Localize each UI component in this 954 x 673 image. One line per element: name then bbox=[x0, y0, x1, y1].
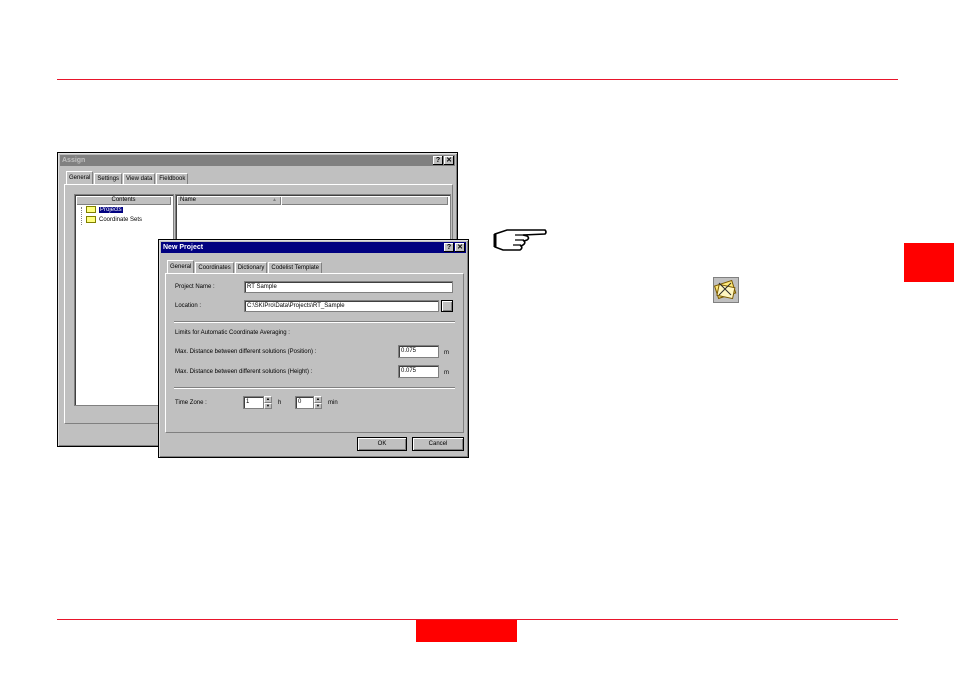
timezone-label: Time Zone : bbox=[175, 400, 207, 406]
tree-item-projects[interactable]: Projects bbox=[86, 206, 123, 214]
new-project-help-button[interactable]: ? bbox=[444, 243, 454, 252]
contents-header[interactable]: Contents bbox=[76, 196, 171, 205]
separator bbox=[174, 387, 455, 389]
project-toolbar-icon[interactable] bbox=[713, 277, 739, 303]
separator bbox=[174, 321, 455, 323]
tree-item-coordinate-sets[interactable]: Coordinate Sets bbox=[86, 216, 142, 223]
spin-down-icon[interactable]: ▼ bbox=[264, 402, 272, 409]
tree-item-coordinate-sets-label: Coordinate Sets bbox=[99, 217, 143, 224]
height-unit: m bbox=[444, 370, 449, 376]
limits-label: Limits for Automatic Coordinate Averagin… bbox=[175, 330, 290, 336]
np-tab-general[interactable]: General bbox=[167, 260, 195, 273]
top-rule bbox=[57, 79, 898, 80]
assign-tab-settings[interactable]: Settings bbox=[94, 173, 123, 184]
location-input[interactable]: C:\SKIPro\Data\Projects\RT_Sample bbox=[244, 300, 439, 312]
new-project-titlebar: New Project ? ✕ bbox=[161, 242, 466, 253]
cancel-button[interactable]: Cancel bbox=[412, 437, 464, 451]
np-tab-panel: Project Name : RT Sample Location : C:\S… bbox=[165, 273, 464, 433]
timezone-minutes-input[interactable]: 0 bbox=[295, 396, 314, 409]
ok-button[interactable]: OK bbox=[357, 437, 407, 451]
assign-titlebar: Assign ? ✕ bbox=[60, 155, 455, 166]
new-project-tabs: General Coordinates Dictionary Codelist … bbox=[167, 260, 323, 273]
browse-button[interactable] bbox=[441, 300, 453, 312]
project-name-input[interactable]: RT Sample bbox=[244, 281, 453, 293]
side-tab-marker bbox=[904, 243, 954, 282]
hand-pointing-icon bbox=[493, 229, 547, 251]
new-project-title: New Project bbox=[163, 244, 204, 251]
assign-tab-general[interactable]: General bbox=[66, 171, 94, 184]
new-project-close-button[interactable]: ✕ bbox=[455, 243, 465, 252]
project-name-label: Project Name : bbox=[175, 284, 215, 290]
position-distance-input[interactable]: 0.075 bbox=[398, 345, 439, 358]
assign-close-button[interactable]: ✕ bbox=[444, 156, 454, 165]
assign-tab-fieldbook[interactable]: Fieldbook bbox=[156, 173, 189, 184]
tree-item-projects-label: Projects bbox=[99, 207, 123, 214]
assign-help-button[interactable]: ? bbox=[433, 156, 443, 165]
timezone-h-unit: h bbox=[278, 400, 282, 406]
position-unit: m bbox=[444, 350, 449, 356]
timezone-hours-input[interactable]: 1 bbox=[243, 396, 264, 409]
column-header-blank bbox=[281, 196, 448, 205]
new-project-dialog: New Project ? ✕ General Coordinates Dict… bbox=[158, 239, 469, 458]
assign-title: Assign bbox=[62, 157, 86, 164]
np-tab-coordinates[interactable]: Coordinates bbox=[195, 262, 234, 273]
folder-icon bbox=[86, 206, 96, 213]
folder-icon bbox=[86, 216, 96, 223]
timezone-hours-spinner[interactable]: ▲ ▼ bbox=[264, 396, 272, 409]
page-footer-marker bbox=[416, 620, 517, 642]
np-tab-dictionary[interactable]: Dictionary bbox=[234, 262, 268, 273]
position-distance-label: Max. Distance between different solution… bbox=[175, 349, 317, 355]
assign-tab-view-data[interactable]: View data bbox=[123, 173, 156, 184]
np-tab-codelist-template[interactable]: Codelist Template bbox=[268, 262, 322, 273]
timezone-min-unit: min bbox=[328, 400, 338, 406]
sort-arrow-icon: ▲ bbox=[272, 197, 277, 203]
height-distance-input[interactable]: 0.075 bbox=[398, 365, 439, 378]
assign-tabs: General Settings View data Fieldbook bbox=[66, 171, 189, 184]
spin-down-icon[interactable]: ▼ bbox=[314, 402, 322, 409]
location-label: Location : bbox=[175, 303, 202, 309]
name-column-header[interactable]: Name ▲ bbox=[177, 196, 281, 205]
height-distance-label: Max. Distance between different solution… bbox=[175, 369, 313, 375]
name-header-label: Name bbox=[180, 197, 197, 203]
timezone-minutes-spinner[interactable]: ▲ ▼ bbox=[314, 396, 322, 409]
